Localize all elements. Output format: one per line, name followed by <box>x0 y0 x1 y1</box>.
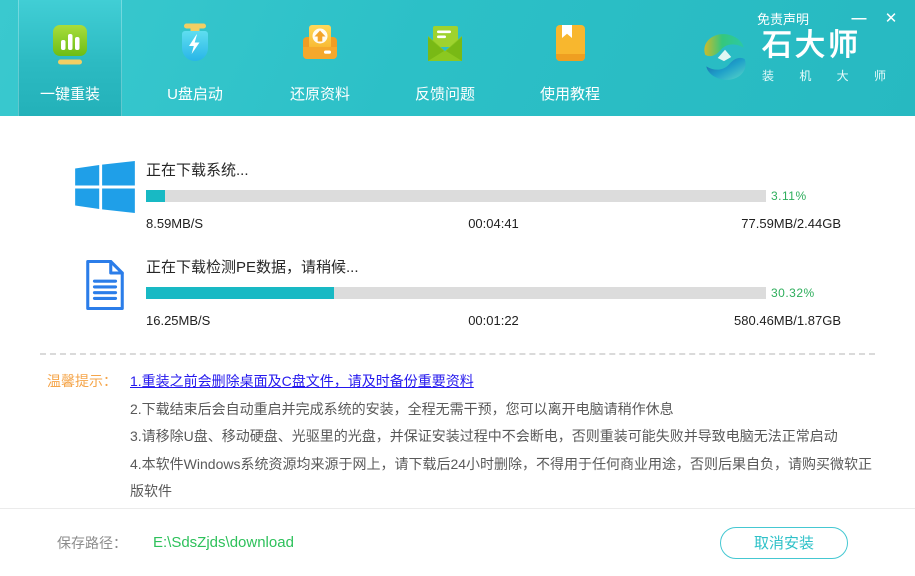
tips-label: 温馨提示： <box>47 368 117 506</box>
task-title: 正在下载系统... <box>146 159 841 180</box>
tab-label: 一键重装 <box>40 83 100 104</box>
footer-bar: 保存路径： E:\SdsZjds\download 取消安装 <box>0 508 915 576</box>
progress-fill <box>146 287 334 299</box>
progress-percent: 3.11% <box>771 189 807 203</box>
tip-item-backup-warning[interactable]: 1.重装之前会删除桌面及C盘文件，请及时备份重要资料 <box>130 368 875 396</box>
download-speed: 8.59MB/S <box>146 216 376 231</box>
time-remaining: 00:04:41 <box>376 216 611 231</box>
download-size: 77.59MB/2.44GB <box>611 216 841 231</box>
tab-usb-boot[interactable]: U盘启动 <box>143 0 247 116</box>
tip-item: 2.下载结束后会自动重启并完成系统的安装，全程无需干预，您可以离开电脑请稍作休息 <box>130 396 875 424</box>
brand-subtitle: 装 机 大 师 <box>762 67 897 84</box>
tab-tutorial[interactable]: 使用教程 <box>518 0 622 116</box>
tutorial-book-icon <box>547 21 593 67</box>
restore-upload-icon <box>297 21 343 67</box>
tab-label: U盘启动 <box>167 83 223 104</box>
tab-onekey-reinstall[interactable]: 一键重装 <box>18 0 122 116</box>
bar-chart-icon <box>47 21 93 67</box>
progress-fill <box>146 190 165 202</box>
feedback-envelope-icon <box>422 21 468 67</box>
tab-label: 还原资料 <box>290 83 350 104</box>
main-content: 正在下载系统... 3.11% 8.59MB/S 00:04:41 77.59M… <box>0 116 915 508</box>
tips-section: 温馨提示： 1.重装之前会删除桌面及C盘文件，请及时备份重要资料 2.下载结束后… <box>0 355 915 506</box>
tab-label: 反馈问题 <box>415 83 475 104</box>
title-bar: 一键重装 U盘启动 <box>0 0 915 116</box>
disclaimer-link[interactable]: 免责声明 <box>757 9 809 28</box>
tab-restore-data[interactable]: 还原资料 <box>268 0 372 116</box>
progress-track <box>146 190 766 202</box>
cancel-install-button[interactable]: 取消安装 <box>720 527 848 559</box>
close-button[interactable]: ✕ <box>881 10 901 28</box>
brand-name: 石大师 <box>762 31 897 61</box>
nav-tabs: 一键重装 U盘启动 <box>18 0 622 116</box>
download-size: 580.46MB/1.87GB <box>611 313 841 328</box>
minimize-button[interactable]: — <box>849 10 869 28</box>
window-controls: 免责声明 — ✕ <box>757 9 901 28</box>
save-path-value[interactable]: E:\SdsZjds\download <box>153 534 294 551</box>
tab-feedback[interactable]: 反馈问题 <box>393 0 497 116</box>
download-task-system: 正在下载系统... 3.11% 8.59MB/S 00:04:41 77.59M… <box>0 159 915 231</box>
brand-logo: 石大师 装 机 大 师 <box>698 30 897 84</box>
app-window: 一键重装 U盘启动 <box>0 0 915 576</box>
download-speed: 16.25MB/S <box>146 313 376 328</box>
progress-bar: 3.11% <box>146 189 841 203</box>
windows-logo <box>75 161 135 213</box>
progress-percent: 30.32% <box>771 286 815 300</box>
progress-bar: 30.32% <box>146 286 841 300</box>
save-path-label: 保存路径： <box>57 533 127 553</box>
tab-label: 使用教程 <box>540 83 600 104</box>
tip-item: 4.本软件Windows系统资源均来源于网上，请下载后24小时删除，不得用于任何… <box>130 451 875 506</box>
progress-track <box>146 287 766 299</box>
time-remaining: 00:01:22 <box>376 313 611 328</box>
task-title: 正在下载检测PE数据，请稍候... <box>146 256 841 277</box>
document-icon <box>82 258 128 312</box>
usb-drive-icon <box>172 21 218 67</box>
tip-item: 3.请移除U盘、移动硬盘、光驱里的光盘，并保证安装过程中不会断电，否则重装可能失… <box>130 423 875 451</box>
download-task-pe: 正在下载检测PE数据，请稍候... 30.32% 16.25MB/S 00:01… <box>0 256 915 328</box>
brand-mark-icon <box>698 30 752 84</box>
